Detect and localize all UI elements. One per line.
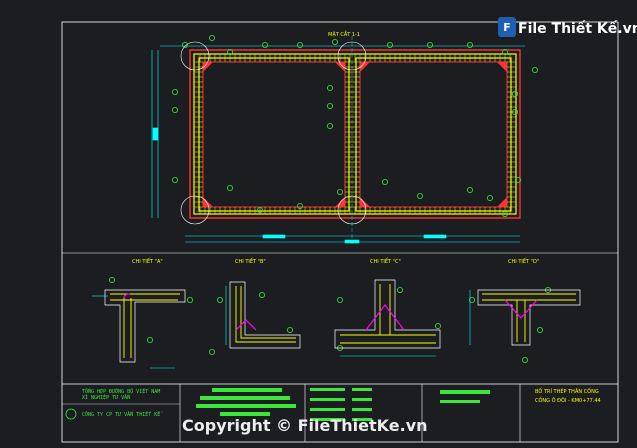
callout-marker: [331, 39, 338, 46]
watermark-logo: F File Thiết Kế.vn: [498, 17, 637, 37]
drawing-name: BỐ TRÍ THÉP THÂN CỐNG: [535, 387, 599, 395]
callout-marker: [109, 276, 116, 283]
detail-d: CHI TIẾT "D": [469, 257, 581, 346]
company-line2: XÍ NGHIỆP TƯ VẤN: [82, 393, 130, 401]
callout-marker: [336, 188, 343, 195]
callout-marker: [326, 123, 333, 130]
company-line3: CÔNG TY CP TƯ VẤN THIẾT KẾ: [82, 410, 163, 418]
detail-a: CHI TIẾT "A": [92, 257, 186, 369]
callout-marker: [146, 336, 153, 343]
callout-marker: [434, 322, 441, 329]
cad-viewport[interactable]: MẶT CẮT 1-1 CHI TIẾT "A" CHI TIẾT "B" CH…: [0, 0, 637, 448]
logo-f-icon: F: [503, 21, 511, 34]
callout-marker: [261, 42, 268, 49]
callout-marker: [426, 42, 433, 49]
callout-marker: [186, 296, 193, 303]
drawing-canvas: MẶT CẮT 1-1 CHI TIẾT "A" CHI TIẾT "B" CH…: [61, 17, 637, 443]
company-line1: TỔNG HỢP ĐƯỜNG BỘ VIỆT NAM: [82, 387, 160, 395]
section-title: MẶT CẮT 1-1: [328, 30, 360, 38]
copyright-watermark: Copyright © FileThietKe.vn: [182, 416, 428, 435]
callout-marker: [416, 192, 423, 199]
detail-d-label: CHI TIẾT "D": [508, 257, 539, 265]
callout-marker: [208, 35, 215, 42]
callout-marker: [486, 194, 493, 201]
detail-b-label: CHI TIẾT "B": [235, 257, 266, 265]
culvert-section: [180, 36, 521, 246]
callout-marker: [171, 176, 178, 183]
callout-marker: [208, 348, 215, 355]
callout-marker: [522, 356, 529, 363]
detail-c-label: CHI TIẾT "C": [370, 257, 401, 265]
rebar-callouts: [109, 35, 552, 363]
callout-marker: [466, 186, 473, 193]
callout-marker: [226, 184, 233, 191]
detail-c: CHI TIẾT "C": [334, 257, 441, 357]
callout-marker: [258, 291, 265, 298]
callout-marker: [386, 42, 393, 49]
callout-marker: [396, 286, 403, 293]
callout-marker: [466, 42, 473, 49]
callout-marker: [216, 296, 223, 303]
callout-marker: [171, 107, 178, 114]
detail-b: CHI TIẾT "B": [225, 257, 301, 349]
callout-marker: [381, 178, 388, 185]
callout-marker: [326, 103, 333, 110]
callout-marker: [171, 89, 178, 96]
callout-marker: [286, 326, 293, 333]
callout-marker: [532, 67, 539, 74]
callout-marker: [336, 296, 343, 303]
culvert-name: CỐNG Ô ĐÔI - KM0+77.44: [535, 396, 601, 404]
callout-marker: [537, 326, 544, 333]
callout-marker: [296, 42, 303, 49]
sheet-frame: [61, 21, 619, 443]
logo-text: File Thiết Kế.vn: [518, 20, 637, 37]
company-logo-icon: [65, 408, 77, 420]
detail-a-label: CHI TIẾT "A": [132, 257, 163, 265]
callout-marker: [326, 85, 333, 92]
